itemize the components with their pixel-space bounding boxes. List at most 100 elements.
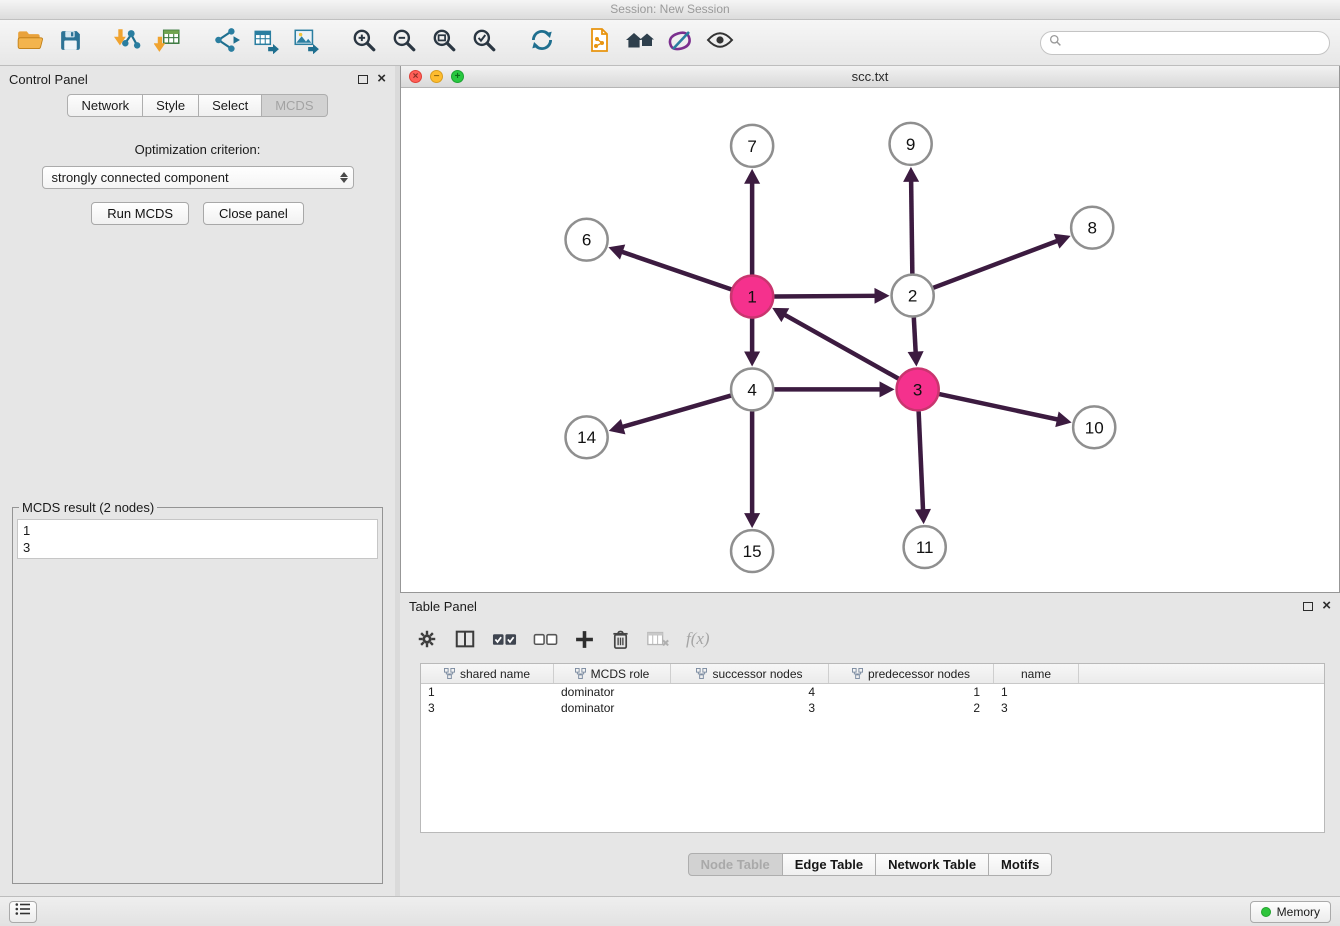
search-input[interactable] (1067, 36, 1321, 50)
edge-arrowhead-icon (874, 288, 889, 304)
graph-edge-1-6[interactable] (621, 251, 732, 289)
tab-style[interactable]: Style (143, 94, 199, 117)
graph-edge-2-8[interactable] (933, 240, 1058, 287)
share-document-button[interactable] (580, 24, 620, 62)
svg-text:1: 1 (747, 288, 756, 307)
float-panel-icon[interactable] (358, 75, 368, 84)
close-table-panel-icon[interactable]: × (1322, 600, 1331, 612)
edge-arrowhead-icon (744, 351, 760, 366)
import-table-icon (154, 26, 182, 59)
venn-diagram-button[interactable] (660, 24, 700, 62)
deselect-all-columns-icon[interactable] (533, 626, 558, 652)
network-graph[interactable]: 7 9 6 8 1 2 4 3 14 10 15 11 (401, 88, 1339, 592)
houses-icon (625, 27, 655, 58)
svg-text:14: 14 (577, 428, 596, 447)
network-window-titlebar: scc.txt × − + (401, 66, 1339, 88)
zoom-fit-button[interactable] (424, 24, 464, 62)
tab-mcds[interactable]: MCDS (262, 94, 327, 117)
export-table-button[interactable] (246, 24, 286, 62)
edge-arrowhead-icon (908, 351, 924, 366)
graph-node-2[interactable]: 2 (892, 275, 934, 317)
column-header-mcds-role[interactable]: MCDS role (554, 664, 671, 683)
graph-edge-3-1[interactable] (784, 314, 899, 378)
import-network-button[interactable] (108, 24, 148, 62)
criterion-dropdown[interactable]: strongly connected component (42, 166, 354, 189)
close-panel-icon[interactable]: × (377, 73, 386, 85)
graph-node-15[interactable]: 15 (731, 530, 773, 572)
function-builder-icon[interactable]: f(x) (686, 626, 710, 652)
export-network-button[interactable] (206, 24, 246, 62)
network-canvas[interactable]: 7 9 6 8 1 2 4 3 14 10 15 11 (401, 88, 1339, 592)
graph-node-8[interactable]: 8 (1071, 207, 1113, 249)
column-header-shared-name[interactable]: shared name (421, 664, 554, 683)
svg-text:6: 6 (582, 231, 591, 250)
run-mcds-button[interactable]: Run MCDS (91, 202, 189, 225)
delete-column-icon[interactable] (611, 626, 630, 652)
settings-gear-icon[interactable] (416, 626, 438, 652)
tab-network[interactable]: Network (67, 94, 143, 117)
tab-select[interactable]: Select (199, 94, 262, 117)
graph-node-14[interactable]: 14 (566, 416, 608, 458)
close-window-icon[interactable]: × (409, 70, 422, 83)
optimization-criterion-label: Optimization criterion: (0, 142, 395, 157)
svg-text:9: 9 (906, 135, 915, 154)
table-row[interactable]: 1 dominator 4 1 1 (421, 684, 1324, 700)
eye-button[interactable] (700, 24, 740, 62)
export-network-icon (212, 26, 240, 59)
zoom-out-icon (391, 27, 417, 58)
column-header-predecessor-nodes[interactable]: predecessor nodes (829, 664, 994, 683)
graph-node-4[interactable]: 4 (731, 368, 773, 410)
export-image-icon (292, 26, 320, 59)
column-layout-icon[interactable] (454, 626, 476, 652)
graph-edge-4-14[interactable] (621, 396, 731, 428)
show-panels-button[interactable] (9, 901, 37, 923)
select-all-columns-icon[interactable] (492, 626, 517, 652)
maximize-window-icon[interactable]: + (451, 70, 464, 83)
column-header-filler (1079, 664, 1324, 683)
column-flag-icon (696, 668, 707, 679)
window-titlebar: Session: New Session (0, 0, 1340, 20)
graph-node-7[interactable]: 7 (731, 125, 773, 167)
graph-edge-2-3[interactable] (914, 318, 916, 354)
tab-edge-table[interactable]: Edge Table (783, 853, 876, 876)
tab-motifs[interactable]: Motifs (989, 853, 1052, 876)
import-table-button[interactable] (148, 24, 188, 62)
graph-edge-1-2[interactable] (774, 296, 876, 297)
memory-button[interactable]: Memory (1250, 901, 1331, 923)
graph-node-10[interactable]: 10 (1073, 406, 1115, 448)
graph-node-9[interactable]: 9 (890, 123, 932, 165)
graph-node-1[interactable]: 1 (731, 276, 773, 318)
minimize-window-icon[interactable]: − (430, 70, 443, 83)
delete-table-icon[interactable] (646, 626, 670, 652)
graph-node-3[interactable]: 3 (897, 368, 939, 410)
add-column-icon[interactable] (574, 626, 595, 652)
eye-icon (706, 29, 734, 56)
tab-node-table[interactable]: Node Table (688, 853, 783, 876)
export-image-button[interactable] (286, 24, 326, 62)
search-field[interactable] (1040, 31, 1330, 55)
mcds-result-text[interactable]: 1 3 (17, 519, 378, 559)
close-panel-button[interactable]: Close panel (203, 202, 304, 225)
tab-network-table[interactable]: Network Table (876, 853, 989, 876)
zoom-out-button[interactable] (384, 24, 424, 62)
criterion-dropdown-value: strongly connected component (52, 170, 229, 185)
save-session-button[interactable] (50, 24, 90, 62)
graph-node-6[interactable]: 6 (566, 219, 608, 261)
column-flag-icon (575, 668, 586, 679)
network-home-button[interactable] (620, 24, 660, 62)
network-window: scc.txt × − + 7 9 6 8 1 2 4 3 14 10 15 11 (400, 66, 1340, 593)
apply-layout-button[interactable] (522, 24, 562, 62)
zoom-selected-button[interactable] (464, 24, 504, 62)
column-header-successor-nodes[interactable]: successor nodes (671, 664, 829, 683)
edge-arrowhead-icon (744, 169, 760, 184)
column-header-name[interactable]: name (994, 664, 1079, 683)
open-session-button[interactable] (10, 24, 50, 62)
node-table: shared name MCDS role successor nodes (420, 663, 1325, 833)
zoom-in-button[interactable] (344, 24, 384, 62)
float-table-panel-icon[interactable] (1303, 602, 1313, 611)
table-row[interactable]: 3 dominator 3 2 3 (421, 700, 1324, 716)
graph-edge-3-10[interactable] (939, 394, 1059, 420)
graph-edge-3-11[interactable] (919, 411, 923, 511)
graph-edge-2-9[interactable] (911, 180, 912, 274)
graph-node-11[interactable]: 11 (904, 526, 946, 568)
